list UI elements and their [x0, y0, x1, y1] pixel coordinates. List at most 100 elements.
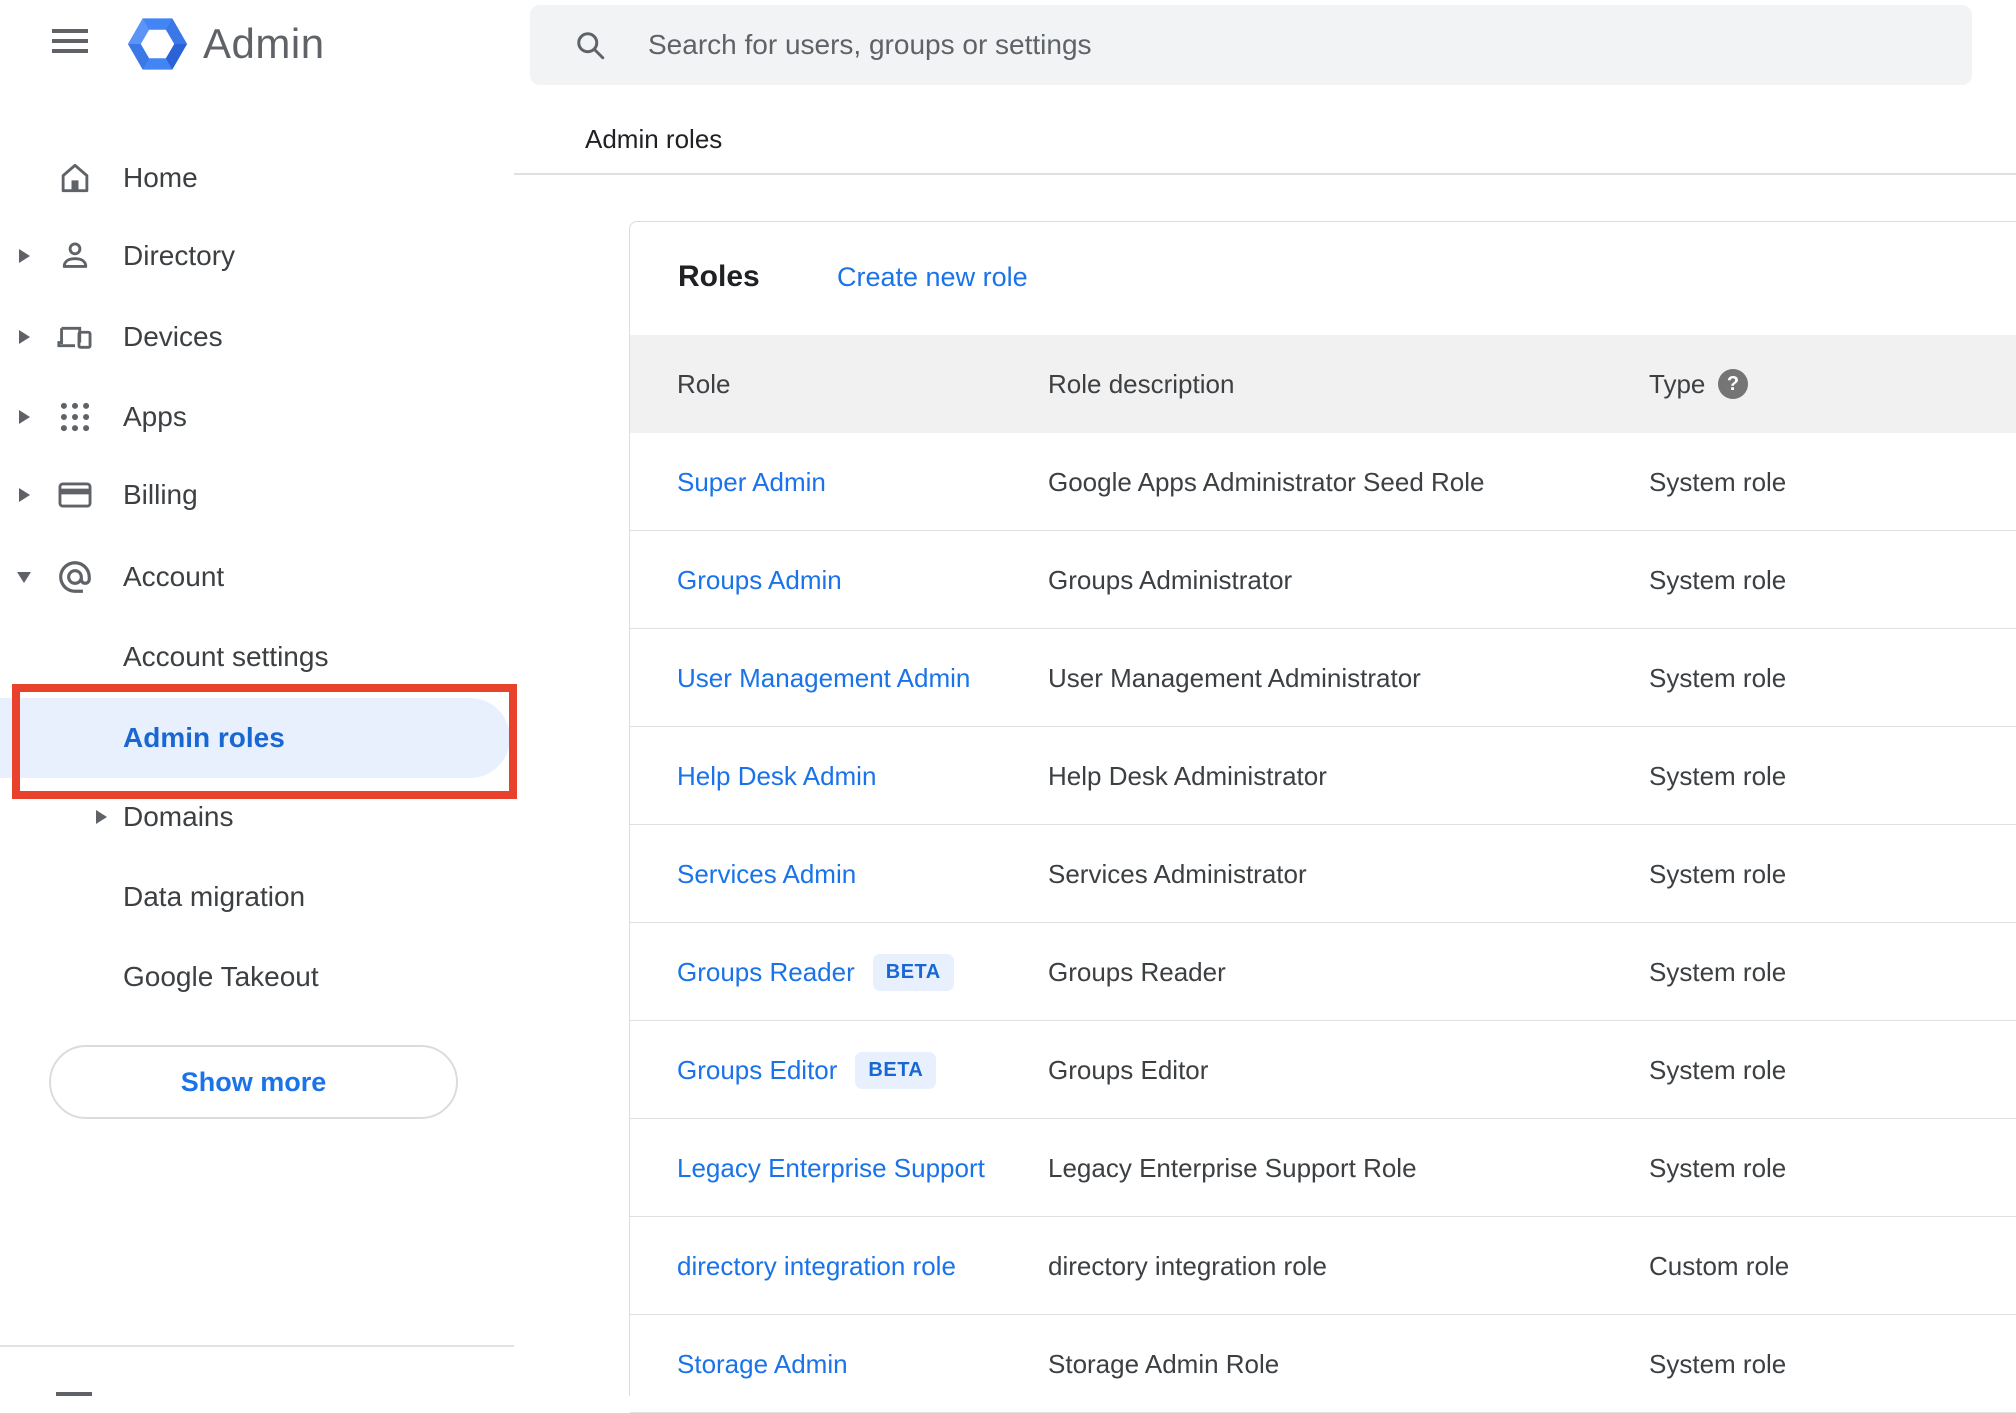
table-row: directory integration role directory int… [630, 1217, 2016, 1315]
sidebar-item-account-settings[interactable]: Account settings [0, 617, 514, 697]
sidebar-item-devices[interactable]: Devices [0, 297, 514, 377]
role-description: Groups Administrator [1048, 564, 1293, 595]
create-new-role-link[interactable]: Create new role [837, 262, 1028, 293]
role-link[interactable]: Super Admin [677, 467, 826, 498]
breadcrumb: Admin roles [585, 124, 723, 154]
role-type: System role [1649, 1054, 1787, 1085]
role-link[interactable]: Help Desk Admin [677, 761, 876, 792]
sidebar-item-label: Directory [123, 240, 236, 271]
chevron-right-icon[interactable] [19, 249, 30, 263]
table-row: Help Desk Admin Help Desk Administrator … [630, 727, 2016, 825]
table-row: Groups Admin Groups Administrator System… [630, 531, 2016, 629]
table-row: Storage Admin Storage Admin Role System … [630, 1315, 2016, 1413]
person-icon [56, 237, 94, 275]
devices-icon [56, 318, 94, 356]
panel-title: Roles [678, 260, 760, 293]
sidebar-item-label: Account [123, 561, 225, 592]
roles-panel: Roles Create new role Role Role descript… [629, 221, 2016, 1413]
role-description: Groups Editor [1048, 1054, 1209, 1085]
role-type: System role [1649, 564, 1787, 595]
role-description: Help Desk Administrator [1048, 760, 1327, 791]
search-placeholder: Search for users, groups or settings [648, 29, 1092, 60]
show-more-button[interactable]: Show more [49, 1045, 458, 1119]
header-divider [514, 173, 2016, 175]
role-link[interactable]: Storage Admin [677, 1349, 848, 1380]
role-description: Storage Admin Role [1048, 1348, 1280, 1379]
roles-table-header: Role Role description Type ? [630, 335, 2016, 433]
table-row: Groups Reader BETA Groups Reader System … [630, 923, 2016, 1021]
search-icon [572, 27, 608, 68]
sidebar-item-label: Data migration [123, 881, 306, 912]
role-link[interactable]: Groups Admin [677, 565, 842, 596]
sidebar-item-apps[interactable]: Apps [0, 377, 514, 457]
role-type: System role [1649, 1152, 1787, 1183]
role-type: Custom role [1649, 1250, 1790, 1281]
role-description: Legacy Enterprise Support Role [1048, 1152, 1417, 1183]
chevron-right-icon[interactable] [19, 330, 30, 344]
column-header-description: Role description [1048, 368, 1235, 399]
role-cell: Super Admin [677, 433, 826, 531]
sidebar-item-google-takeout[interactable]: Google Takeout [0, 937, 514, 1017]
column-header-role: Role [677, 368, 731, 399]
sidebar-item-label: Devices [123, 321, 223, 352]
sidebar-item-data-migration[interactable]: Data migration [0, 857, 514, 937]
chevron-right-icon[interactable] [19, 488, 30, 502]
home-icon [56, 159, 94, 197]
role-type: System role [1649, 466, 1787, 497]
role-cell: Services Admin [677, 825, 856, 923]
chevron-down-icon[interactable] [17, 571, 31, 583]
apps-grid-icon [56, 398, 94, 436]
sidebar-item-label: Home [123, 162, 198, 193]
role-description: Google Apps Administrator Seed Role [1048, 466, 1485, 497]
sidebar-item-home[interactable]: Home [0, 138, 514, 218]
billing-card-icon [56, 476, 94, 514]
sidebar-item-label: Domains [123, 801, 234, 832]
role-type: System role [1649, 662, 1787, 693]
roles-table-body: Super Admin Google Apps Administrator Se… [630, 433, 2016, 1413]
role-description: directory integration role [1048, 1250, 1327, 1281]
role-link[interactable]: User Management Admin [677, 663, 970, 694]
role-type: System role [1649, 858, 1787, 889]
role-type: System role [1649, 760, 1787, 791]
at-icon [56, 558, 94, 596]
chevron-right-icon[interactable] [19, 410, 30, 424]
role-link[interactable]: Groups Editor [677, 1055, 837, 1086]
role-description: User Management Administrator [1048, 662, 1421, 693]
role-link[interactable]: Services Admin [677, 859, 856, 890]
sidebar-item-label: Billing [123, 479, 198, 510]
role-type: System role [1649, 1348, 1787, 1379]
role-cell: Legacy Enterprise Support [677, 1119, 985, 1217]
sidebar-item-admin-roles[interactable]: Admin roles [0, 698, 510, 778]
table-row: Services Admin Services Administrator Sy… [630, 825, 2016, 923]
chevron-right-icon[interactable] [96, 810, 107, 824]
role-link[interactable]: directory integration role [677, 1251, 956, 1282]
sidebar-item-billing[interactable]: Billing [0, 455, 514, 535]
hamburger-menu-icon[interactable] [52, 29, 88, 53]
sidebar-item-label: Google Takeout [123, 961, 319, 992]
sidebar: Admin Home Directory Devices Apps Billin… [0, 0, 517, 1396]
role-type: System role [1649, 956, 1787, 987]
column-header-type: Type [1649, 368, 1706, 399]
sidebar-bottom-divider [0, 1345, 514, 1347]
sidebar-item-domains[interactable]: Domains [0, 777, 514, 857]
role-cell: Help Desk Admin [677, 727, 876, 825]
role-link[interactable]: Groups Reader [677, 957, 855, 988]
table-row: User Management Admin User Management Ad… [630, 629, 2016, 727]
sidebar-item-label: Admin roles [123, 722, 285, 753]
role-cell: Groups Reader BETA [677, 923, 954, 1021]
role-link[interactable]: Legacy Enterprise Support [677, 1153, 985, 1184]
sidebar-item-account[interactable]: Account [0, 537, 514, 617]
role-cell: directory integration role [677, 1217, 956, 1315]
role-description: Groups Reader [1048, 956, 1226, 987]
table-row: Legacy Enterprise Support Legacy Enterpr… [630, 1119, 2016, 1217]
sidebar-item-directory[interactable]: Directory [0, 216, 514, 296]
roles-panel-header: Roles Create new role [630, 222, 2016, 335]
sidebar-item-label: Account settings [123, 641, 329, 672]
table-row: Groups Editor BETA Groups Editor System … [630, 1021, 2016, 1119]
role-cell: Storage Admin [677, 1315, 848, 1413]
search-input[interactable]: Search for users, groups or settings [530, 5, 1972, 85]
admin-logo-icon[interactable] [128, 16, 187, 77]
partial-icon [56, 1392, 92, 1396]
role-description: Services Administrator [1048, 858, 1307, 889]
help-icon[interactable]: ? [1718, 369, 1748, 399]
